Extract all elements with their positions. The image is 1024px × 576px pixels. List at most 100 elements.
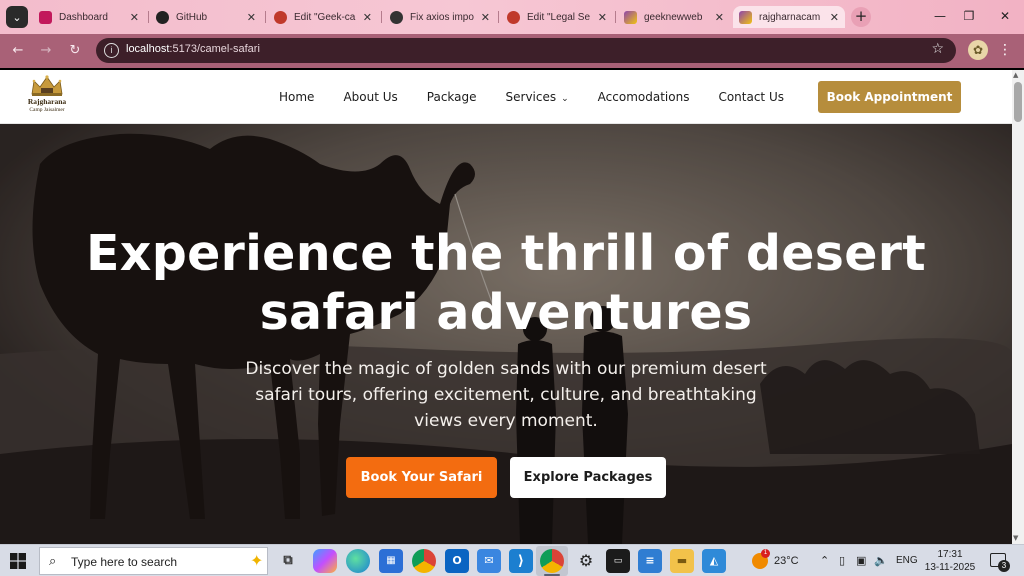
system-clock[interactable]: 17:31 13-11-2025: [924, 548, 976, 574]
back-button[interactable]: ←: [7, 40, 29, 62]
browser-menu-button[interactable]: ⋮: [998, 40, 1012, 60]
tab-divider: [615, 11, 616, 23]
outlook-icon[interactable]: O: [445, 549, 469, 573]
file-explorer-icon[interactable]: ▬: [670, 549, 694, 573]
weather-temperature: 23°C: [774, 555, 799, 567]
close-icon[interactable]: ✕: [130, 11, 139, 24]
vscode-icon[interactable]: ⟩: [509, 549, 533, 573]
scroll-up-icon[interactable]: ▲: [1013, 71, 1018, 79]
terminal-icon[interactable]: ▭: [606, 549, 630, 573]
edit-favicon-icon: [274, 10, 287, 24]
browser-tab-active[interactable]: rajgharnacam ✕: [733, 6, 845, 28]
dashboard-favicon-icon: [39, 10, 52, 24]
store-icon[interactable]: ▦: [379, 549, 403, 573]
chevron-down-icon: ⌄: [12, 10, 22, 24]
edge-icon[interactable]: [346, 549, 370, 573]
search-placeholder: Type here to search: [71, 555, 178, 569]
browser-tab[interactable]: Edit "Legal Se ✕: [501, 6, 613, 28]
weather-widget[interactable]: 1 23°C: [752, 549, 799, 569]
clock-date: 13-11-2025: [924, 562, 976, 573]
chevron-up-icon[interactable]: ⌃: [820, 554, 829, 567]
nav-package[interactable]: Package: [427, 90, 477, 104]
nav-services-label: Services: [505, 90, 557, 104]
chrome-active-icon[interactable]: [540, 549, 564, 573]
page-viewport: Rajgharana Camp Jaisalmer Home About Us …: [0, 70, 1024, 544]
browser-tab[interactable]: Fix axios impo ✕: [384, 6, 496, 28]
hero-subtitle: Discover the magic of golden sands with …: [245, 359, 767, 431]
device-icon[interactable]: ▯: [839, 554, 845, 567]
scrollbar-thumb[interactable]: [1014, 82, 1022, 122]
site-logo[interactable]: Rajgharana Camp Jaisalmer: [22, 74, 72, 120]
book-your-safari-button[interactable]: Book Your Safari: [346, 457, 497, 498]
browser-tab[interactable]: geeknewweb ✕: [618, 6, 730, 28]
tab-title: rajgharnacam: [759, 11, 821, 23]
tab-title: Edit "Geek-ca: [294, 11, 356, 23]
tab-title: GitHub: [176, 11, 208, 23]
task-view-icon[interactable]: ⧉: [276, 549, 300, 573]
volume-muted-icon[interactable]: 🔈: [874, 554, 888, 567]
tab-title: Dashboard: [59, 11, 108, 23]
close-icon[interactable]: ✕: [363, 11, 372, 24]
explore-packages-button[interactable]: Explore Packages: [510, 457, 666, 498]
forward-button[interactable]: →: [35, 40, 57, 62]
windows-start-icon[interactable]: [10, 553, 26, 569]
browser-tab[interactable]: Dashboard ✕: [33, 6, 145, 28]
nav-contact-us[interactable]: Contact Us: [718, 90, 784, 104]
settings-gear-icon[interactable]: ⚙: [574, 549, 598, 573]
mail-app-icon[interactable]: ✉: [477, 549, 501, 573]
notepad-icon[interactable]: ≡: [638, 549, 662, 573]
page-scrollbar[interactable]: [1012, 70, 1024, 544]
copilot-icon[interactable]: [313, 549, 337, 573]
taskbar-search-box[interactable]: ⌕ Type here to search ✦: [39, 547, 268, 575]
browser-tab[interactable]: GitHub ✕: [150, 6, 262, 28]
language-indicator[interactable]: ENG: [896, 555, 918, 566]
logo-title: Rajgharana: [27, 97, 67, 106]
hero-section: Experience the thrill of desert safari a…: [0, 124, 1012, 544]
url-text[interactable]: localhost:5173/camel-safari: [126, 43, 260, 55]
arrow-right-icon: →: [40, 43, 52, 58]
scroll-down-icon[interactable]: ▼: [1013, 534, 1018, 542]
book-appointment-button[interactable]: Book Appointment: [818, 81, 961, 113]
weather-badge: 1: [761, 549, 770, 558]
chrome-icon[interactable]: [412, 549, 436, 573]
tab-title: geeknewweb: [644, 11, 703, 23]
chevron-down-icon: ⌄: [561, 94, 569, 104]
nav-about-us[interactable]: About Us: [343, 90, 397, 104]
crown-icon: [31, 75, 63, 96]
close-icon[interactable]: ✕: [715, 11, 724, 24]
logo-subtitle: Camp Jaisalmer: [29, 107, 65, 113]
weather-sun-icon: 1: [752, 549, 770, 569]
close-icon[interactable]: ✕: [598, 11, 607, 24]
url-path: :5173/camel-safari: [169, 43, 260, 55]
tab-search-button[interactable]: ⌄: [6, 6, 28, 28]
minimize-button[interactable]: —: [925, 6, 955, 26]
nav-services[interactable]: Services ⌄: [506, 90, 569, 104]
main-navigation: Home About Us Package Services ⌄ Accomoda…: [279, 90, 813, 104]
url-host: localhost: [126, 43, 170, 55]
reload-button[interactable]: ↻: [64, 40, 86, 62]
close-window-button[interactable]: ✕: [990, 6, 1020, 26]
site-info-icon[interactable]: i: [104, 43, 119, 58]
close-icon[interactable]: ✕: [247, 11, 256, 24]
restore-button[interactable]: ❐: [954, 6, 984, 26]
photos-icon[interactable]: ◭: [702, 549, 726, 573]
close-icon[interactable]: ✕: [481, 11, 490, 24]
tab-divider: [381, 11, 382, 23]
new-tab-button[interactable]: +: [851, 7, 871, 27]
bookmark-star-icon[interactable]: ☆: [931, 41, 944, 57]
clock-time: 17:31: [937, 549, 963, 560]
hero-title: Experience the thrill of desert safari a…: [86, 225, 926, 341]
close-icon[interactable]: ✕: [830, 11, 839, 24]
address-bar[interactable]: i localhost:5173/camel-safari ☆: [96, 38, 956, 63]
nav-home[interactable]: Home: [279, 90, 314, 104]
nav-accomodations[interactable]: Accomodations: [598, 90, 690, 104]
tab-title: Edit "Legal Se: [527, 11, 591, 23]
reload-icon: ↻: [69, 43, 81, 58]
browser-tab[interactable]: Edit "Geek-ca ✕: [268, 6, 378, 28]
tab-title: Fix axios impo: [410, 11, 474, 23]
profile-avatar[interactable]: ✿: [968, 40, 988, 60]
github-favicon-icon: [156, 10, 169, 24]
network-icon[interactable]: ▣: [856, 554, 866, 567]
restore-icon: ❐: [963, 9, 975, 23]
notification-count-badge: 3: [998, 560, 1010, 572]
